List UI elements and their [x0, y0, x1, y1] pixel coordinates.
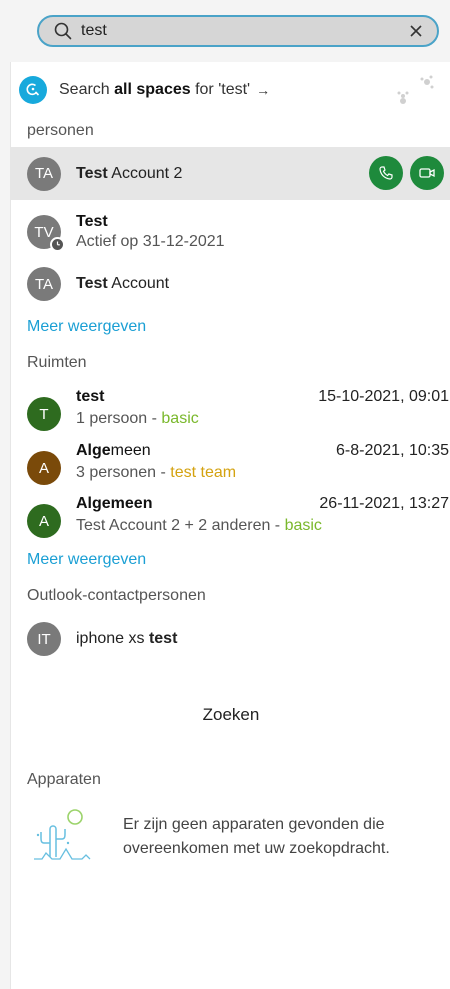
avatar: TA: [27, 156, 61, 191]
outlook-heading: Outlook-contactpersonen: [27, 587, 206, 604]
search-spaces-icon: [19, 76, 47, 104]
outlook-contact-row[interactable]: IT iphone xs test: [11, 618, 450, 660]
person-name: Test Account 2: [76, 164, 183, 182]
team-label: basic: [161, 410, 199, 427]
spaces-heading: Ruimten: [27, 354, 87, 371]
devices-empty-state: Er zijn geen apparaten gevonden die over…: [30, 803, 430, 873]
team-label: basic: [284, 517, 322, 534]
clear-search-icon[interactable]: [407, 22, 425, 40]
more-people-link[interactable]: Meer weergeven: [27, 318, 146, 336]
more-spaces-link[interactable]: Meer weergeven: [27, 551, 146, 569]
search-all-spaces-row[interactable]: Search all spaces for 'test' →: [11, 72, 450, 108]
search-button[interactable]: Zoeken: [11, 705, 450, 725]
devices-heading: Apparaten: [27, 771, 101, 788]
clock-icon: [50, 237, 65, 252]
people-heading: personen: [27, 122, 94, 139]
search-field[interactable]: [37, 15, 439, 47]
top-bar: [0, 0, 450, 62]
space-row[interactable]: A Algemeen 6-8-2021, 10:35 3 personen - …: [11, 442, 450, 490]
space-subtitle: 1 persoon - basic: [76, 410, 199, 427]
avatar: IT: [27, 622, 61, 656]
space-date: 15-10-2021, 09:01: [318, 388, 449, 405]
space-avatar: T: [27, 397, 61, 431]
space-avatar: A: [27, 504, 61, 538]
search-input[interactable]: [81, 22, 407, 40]
space-title: Algemeen: [76, 442, 151, 459]
video-call-button[interactable]: [410, 156, 444, 190]
contact-name: iphone xs test: [76, 630, 178, 647]
person-status: Actief op 31-12-2021: [76, 233, 225, 250]
space-avatar: A: [27, 451, 61, 485]
space-subtitle: Test Account 2 + 2 anderen - basic: [76, 517, 322, 534]
arrow-right-icon: →: [256, 82, 271, 98]
avatar: TA: [27, 267, 61, 301]
cactus-illustration-icon: [30, 807, 92, 865]
space-title: Algemeen: [76, 495, 153, 512]
person-name: Test: [76, 213, 108, 230]
team-label: test team: [170, 464, 237, 481]
space-row[interactable]: T test 15-10-2021, 09:01 1 persoon - bas…: [11, 388, 450, 436]
space-date: 26-11-2021, 13:27: [319, 495, 449, 512]
person-row[interactable]: TV Test Actief op 31-12-2021: [11, 206, 450, 258]
audio-call-button[interactable]: [369, 156, 403, 190]
devices-empty-message: Er zijn geen apparaten gevonden die over…: [123, 816, 390, 857]
search-all-spaces-label: Search all spaces for 'test': [59, 81, 251, 98]
person-info: Test Actief op 31-12-2021: [76, 212, 225, 252]
space-row[interactable]: A Algemeen 26-11-2021, 13:27 Test Accoun…: [11, 495, 450, 543]
space-subtitle: 3 personen - test team: [76, 464, 237, 481]
space-title: test: [76, 388, 105, 405]
person-row[interactable]: TA Test Account: [11, 264, 450, 304]
search-icon: [53, 21, 73, 41]
person-name: Test Account: [76, 275, 170, 292]
paw-prints-icon: [393, 74, 437, 106]
avatar: TV: [27, 215, 65, 252]
person-row[interactable]: TA Test Account 2: [11, 147, 450, 200]
space-date: 6-8-2021, 10:35: [336, 442, 449, 459]
